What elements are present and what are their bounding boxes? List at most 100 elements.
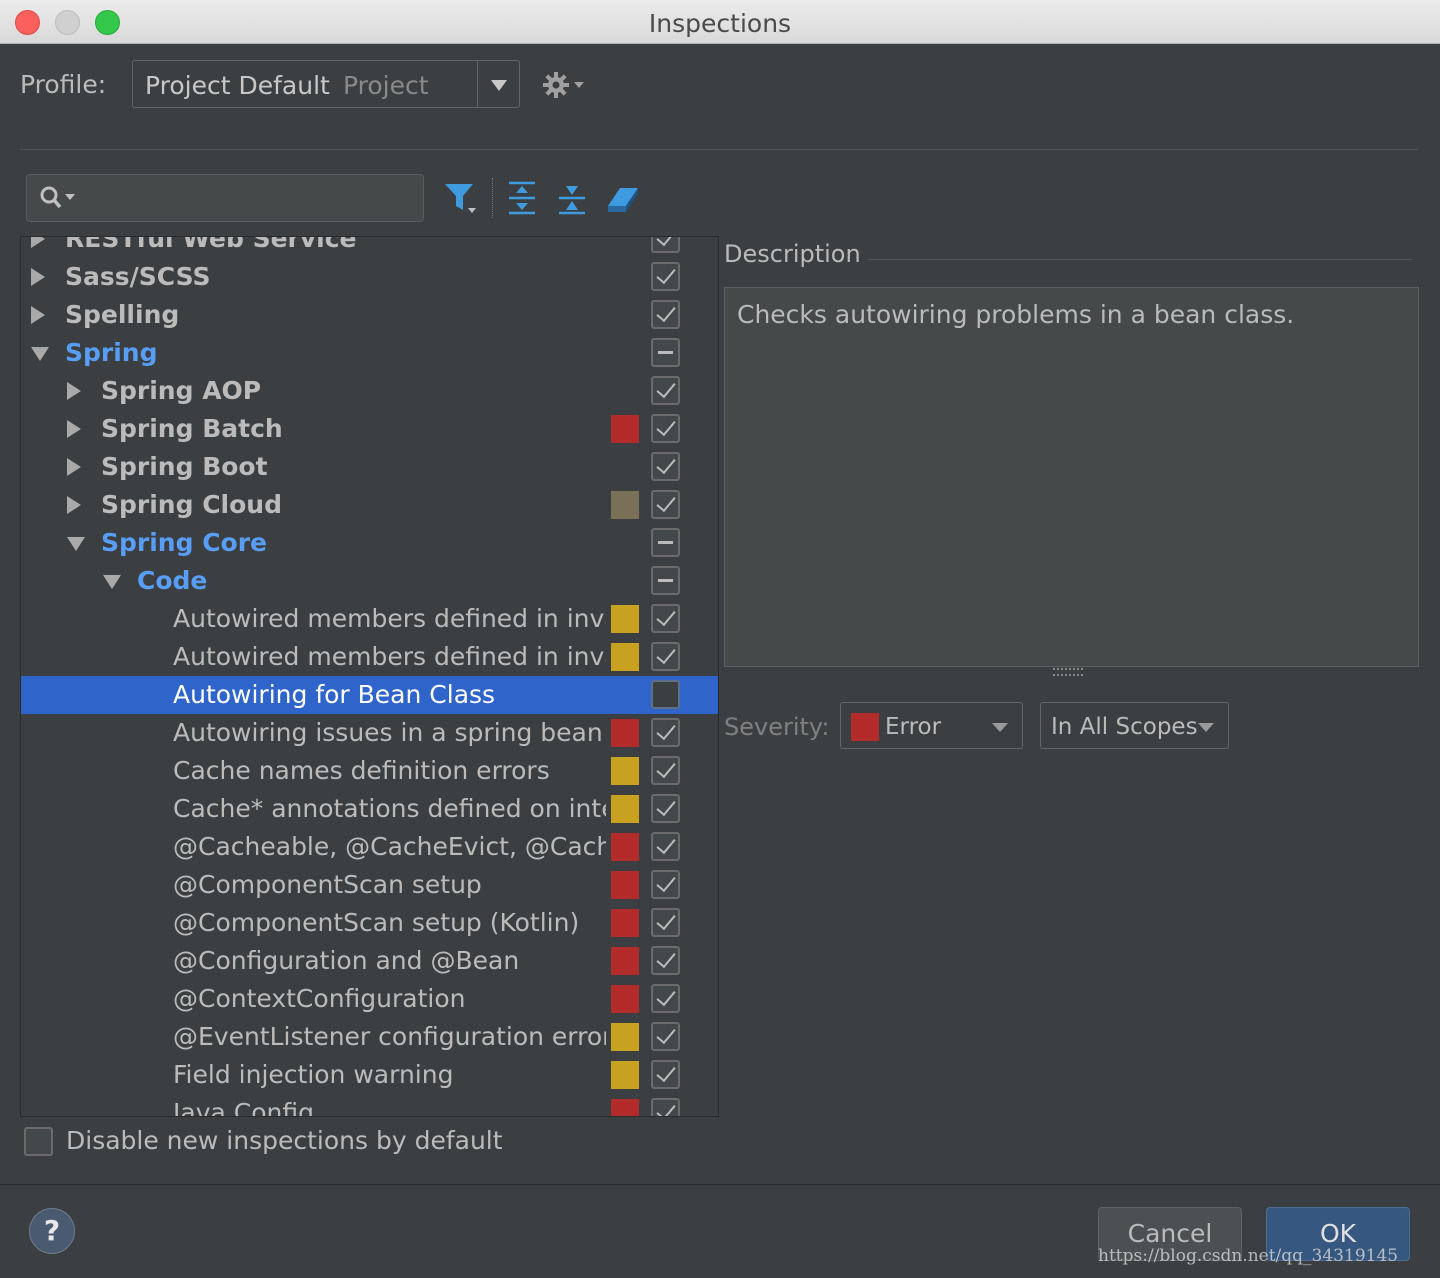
tree-row-checkbox[interactable] <box>651 338 680 367</box>
tree-row[interactable]: Spring Boot <box>21 448 718 486</box>
expand-all-icon[interactable] <box>504 180 540 216</box>
chevron-right-icon[interactable] <box>67 420 81 438</box>
error-severity-icon <box>611 1099 639 1116</box>
tree-row-checkbox[interactable] <box>651 566 680 595</box>
tree-row-label: Spring AOP <box>101 376 262 405</box>
tree-row[interactable]: Autowiring for Bean Class <box>21 676 718 714</box>
tree-row[interactable]: Spring <box>21 334 718 372</box>
tree-row-checkbox[interactable] <box>651 262 680 291</box>
tree-row-checkbox[interactable] <box>651 1022 680 1051</box>
tree-row-label: Spring Boot <box>101 452 268 481</box>
tree-row-checkbox[interactable] <box>651 680 680 709</box>
tree-row-label: Sass/SCSS <box>65 262 211 291</box>
chevron-right-icon[interactable] <box>31 268 45 286</box>
combo-separator <box>477 61 478 107</box>
tree-row-label: @Cacheable, @CacheEvict, @CachePut annot… <box>173 832 606 861</box>
tree-row-label: @ContextConfiguration <box>173 984 466 1013</box>
tree-row-checkbox[interactable] <box>651 452 680 481</box>
collapse-all-icon[interactable] <box>554 180 590 216</box>
tree-row[interactable]: RESTful Web Service <box>21 237 718 258</box>
search-input[interactable] <box>26 174 424 222</box>
profile-combo[interactable]: Project Default Project <box>132 60 520 108</box>
tree-row[interactable]: Code <box>21 562 718 600</box>
tree-row[interactable]: Cache names definition errors <box>21 752 718 790</box>
tree-row[interactable]: Spring Core <box>21 524 718 562</box>
tree-row-checkbox[interactable] <box>651 870 680 899</box>
tree-row-checkbox[interactable] <box>651 908 680 937</box>
chevron-right-icon[interactable] <box>31 306 45 324</box>
weak-warning-severity-icon <box>611 491 639 519</box>
tree-row-checkbox[interactable] <box>651 984 680 1013</box>
tree-row[interactable]: Sass/SCSS <box>21 258 718 296</box>
error-severity-icon <box>851 713 879 741</box>
tree-row-checkbox[interactable] <box>651 718 680 747</box>
tree-row-label: Cache names definition errors <box>173 756 550 785</box>
tree-row-label: Autowiring for Bean Class <box>173 680 496 709</box>
chevron-down-icon[interactable] <box>67 537 85 551</box>
tree-row-checkbox[interactable] <box>651 832 680 861</box>
tree-row[interactable]: @ComponentScan setup (Kotlin) <box>21 904 718 942</box>
severity-combo[interactable]: Error <box>840 702 1023 749</box>
tree-row-label: Java Config <box>173 1098 314 1117</box>
header-separator <box>20 149 1418 150</box>
tree-row-label: Field injection warning <box>173 1060 454 1089</box>
scope-value: In All Scopes <box>1051 714 1198 740</box>
tree-row-checkbox[interactable] <box>651 1098 680 1116</box>
tree-row[interactable]: Java Config <box>21 1094 718 1117</box>
warning-severity-icon <box>611 757 639 785</box>
window-title: Inspections <box>648 9 792 38</box>
tree-row[interactable]: Spelling <box>21 296 718 334</box>
tree-row-checkbox[interactable] <box>651 604 680 633</box>
disable-new-inspections-checkbox[interactable] <box>24 1127 53 1156</box>
tree-row[interactable]: Spring AOP <box>21 372 718 410</box>
tree-row[interactable]: Spring Batch <box>21 410 718 448</box>
tree-row-label: @Configuration and @Bean <box>173 946 520 975</box>
tree-row-label: Code <box>137 566 208 595</box>
tree-row[interactable]: Autowired members defined in invalid Spr… <box>21 638 718 676</box>
tree-row-label: Cache* annotations defined on interface/… <box>173 794 606 823</box>
tree-row[interactable]: Autowiring issues in a spring bean <box>21 714 718 752</box>
filter-icon[interactable] <box>443 180 479 216</box>
description-separator <box>868 259 1412 260</box>
chevron-right-icon[interactable] <box>67 458 81 476</box>
tree-row-checkbox[interactable] <box>651 1060 680 1089</box>
chevron-right-icon[interactable] <box>67 496 81 514</box>
reset-icon[interactable] <box>604 180 640 216</box>
gear-icon[interactable] <box>543 70 587 100</box>
tree-row-checkbox[interactable] <box>651 300 680 329</box>
tree-row[interactable]: @ComponentScan setup <box>21 866 718 904</box>
warning-severity-icon <box>611 1023 639 1051</box>
tree-row[interactable]: Autowired members defined in invalid Spr… <box>21 600 718 638</box>
help-button[interactable]: ? <box>29 1208 75 1254</box>
splitter-grip-icon[interactable] <box>1053 668 1083 676</box>
tree-row[interactable]: @EventListener configuration errors <box>21 1018 718 1056</box>
tree-row[interactable]: @Cacheable, @CacheEvict, @CachePut annot… <box>21 828 718 866</box>
chevron-right-icon[interactable] <box>31 237 45 248</box>
tree-row-checkbox[interactable] <box>651 794 680 823</box>
tree-row[interactable]: @ContextConfiguration <box>21 980 718 1018</box>
tree-row-checkbox[interactable] <box>651 946 680 975</box>
tree-row-checkbox[interactable] <box>651 528 680 557</box>
tree-row[interactable]: Spring Cloud <box>21 486 718 524</box>
chevron-down-icon[interactable] <box>31 347 49 361</box>
tree-row-label: @ComponentScan setup (Kotlin) <box>173 908 580 937</box>
chevron-down-icon[interactable] <box>491 80 507 91</box>
tree-row-checkbox[interactable] <box>651 756 680 785</box>
error-severity-icon <box>611 985 639 1013</box>
chevron-down-icon[interactable] <box>103 575 121 589</box>
tree-row[interactable]: @Configuration and @Bean <box>21 942 718 980</box>
disable-new-inspections-label[interactable]: Disable new inspections by default <box>66 1126 503 1155</box>
search-icon <box>40 186 75 209</box>
tree-row-checkbox[interactable] <box>651 490 680 519</box>
chevron-right-icon[interactable] <box>67 382 81 400</box>
tree-row-checkbox[interactable] <box>651 376 680 405</box>
tree-row-checkbox[interactable] <box>651 237 680 253</box>
scope-combo[interactable]: In All Scopes <box>1040 702 1229 749</box>
tree-row-checkbox[interactable] <box>651 642 680 671</box>
tree-row[interactable]: Field injection warning <box>21 1056 718 1094</box>
tree-row[interactable]: Cache* annotations defined on interface/… <box>21 790 718 828</box>
warning-severity-icon <box>611 605 639 633</box>
inspection-tree[interactable]: RESTful Web Service Sass/SCSS Spelling Spri… <box>20 236 719 1117</box>
tree-row-checkbox[interactable] <box>651 414 680 443</box>
tree-row-label: Spring Batch <box>101 414 283 443</box>
